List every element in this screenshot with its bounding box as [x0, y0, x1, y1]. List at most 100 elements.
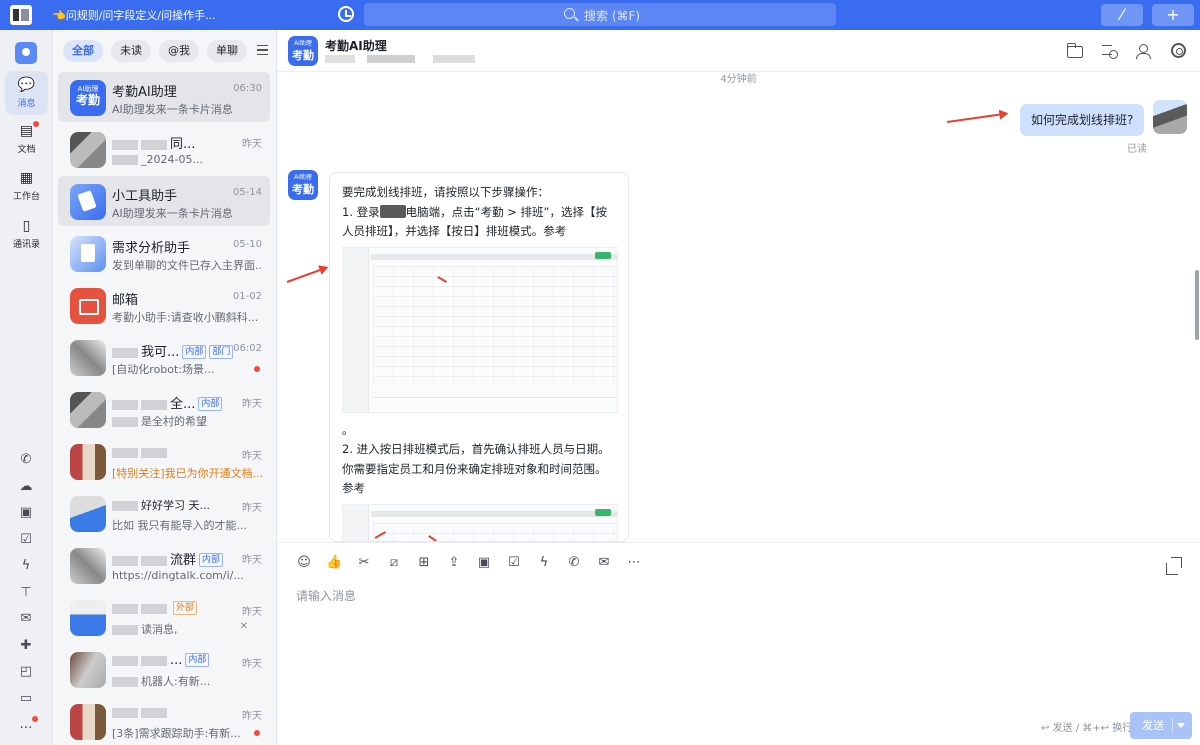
- upload-icon[interactable]: ⇪: [446, 555, 462, 571]
- nav-label: 通讯录: [12, 240, 40, 250]
- conversation-item[interactable]: 好好学习 天... 昨天 比如 我只有能导入的才能...: [58, 488, 270, 538]
- conversation-item[interactable]: 我可... 内部 部门 06:02 [自动化robot:场景...: [58, 332, 270, 382]
- lightning-icon[interactable]: ϟ: [536, 555, 552, 571]
- apps-icon[interactable]: ✚: [16, 636, 36, 656]
- contacts-icon: ▯: [22, 218, 31, 234]
- cloud-icon[interactable]: ☁: [16, 477, 36, 497]
- conversation-item[interactable]: 同... 昨天 _2024-05...: [58, 124, 270, 174]
- conversation-time: 昨天: [242, 555, 262, 566]
- message-composer: ☺ 👍 ✂ ⧄ ⊞ ⇪ ▣ ☑ ϟ ✆ ✉ ⋯ 请输入消息 ↩ 发送 / ⌘+↩…: [277, 542, 1200, 745]
- todo-icon[interactable]: ☑: [506, 555, 522, 571]
- gear-icon[interactable]: [1171, 43, 1186, 58]
- lightning-icon[interactable]: ϟ: [16, 556, 36, 576]
- expand-icon[interactable]: [1166, 557, 1182, 575]
- search-history-icon[interactable]: [1102, 43, 1118, 59]
- plus-button[interactable]: +: [1152, 4, 1194, 26]
- user-message[interactable]: 如何完成划线排班?: [1020, 104, 1145, 136]
- conversation-time: 昨天: [242, 139, 262, 150]
- search-placeholder: 搜索 (⌘F): [584, 9, 641, 23]
- search-input[interactable]: 搜索 (⌘F): [364, 3, 836, 26]
- scrollbar[interactable]: [1195, 270, 1199, 340]
- conversation-time: 昨天: [242, 399, 262, 410]
- reference-screenshot[interactable]: [342, 503, 618, 541]
- bot-avatar[interactable]: AI助理 考勤: [288, 170, 318, 200]
- nav-item-messages[interactable]: 💬 消息: [5, 71, 48, 115]
- read-status: 已读: [1127, 144, 1147, 155]
- top-bar: 👈问规则/问字段定义/问操作手... 搜索 (⌘F) ⁄ +: [0, 0, 1200, 30]
- history-icon[interactable]: [338, 6, 354, 22]
- chat-panel: AI助理 考勤 考勤AI助理 4分钟前 如何完成划线排班? 已读 AI助理 考勤 要…: [277, 30, 1200, 745]
- org-avatar[interactable]: [15, 42, 37, 64]
- mail-icon[interactable]: ✉: [596, 555, 612, 571]
- archive-icon[interactable]: ▭: [16, 689, 36, 709]
- doc-add-icon[interactable]: ⊞: [416, 555, 432, 571]
- filter-mention[interactable]: @我: [159, 40, 199, 62]
- conversation-item[interactable]: 小工具助手 05-14 AI助理发来一条卡片消息: [58, 176, 270, 226]
- folder-icon[interactable]: [1066, 43, 1083, 58]
- conversation-preview: AI助理发来一条卡片消息: [112, 103, 233, 116]
- chat-title: 考勤AI助理: [325, 39, 387, 53]
- slash-command-icon[interactable]: ⧄: [386, 555, 402, 571]
- nav-item-contacts[interactable]: ▯ 通讯录: [5, 212, 48, 256]
- filter-unread[interactable]: 未读: [111, 40, 151, 62]
- conversation-item[interactable]: 全... 内部 昨天 是全村的希望: [58, 384, 270, 434]
- more-icon[interactable]: ⋯: [626, 555, 642, 571]
- chat-header: AI助理 考勤 考勤AI助理: [277, 30, 1200, 72]
- mail-icon: [70, 288, 106, 324]
- reference-screenshot[interactable]: [342, 246, 618, 413]
- conversation-item[interactable]: ... 内部 昨天 机器人:有新...: [58, 644, 270, 694]
- conversation-preview: [自动化robot:场景...: [112, 363, 215, 376]
- conversation-item[interactable]: 邮箱 01-02 考勤小助手:请查收小鹏斜科...: [58, 280, 270, 330]
- bot-avatar[interactable]: AI助理 考勤: [288, 36, 318, 66]
- phone-icon[interactable]: ✆: [566, 555, 582, 571]
- conversation-time: 06:30: [233, 83, 262, 94]
- conversation-name: 小工具助手: [112, 189, 178, 204]
- send-button[interactable]: 发送: [1130, 712, 1192, 739]
- filter-all[interactable]: 全部: [63, 40, 103, 62]
- nav-label: 消息: [17, 99, 36, 109]
- conversation-item[interactable]: 需求分析助手 05-10 发到单聊的文件已存入主界面...: [58, 228, 270, 278]
- send-shortcut-hint: ↩ 发送 / ⌘+↩ 换行: [1041, 723, 1133, 734]
- todo-icon[interactable]: ☑: [16, 530, 36, 550]
- ai-prompt-hint[interactable]: 👈问规则/问字段定义/问操作手...: [52, 7, 216, 23]
- bot-message-card[interactable]: 要完成划线排班，请按照以下步骤操作： 1. 登录 电脑端，点击“考勤 > 排班”，…: [329, 172, 629, 542]
- message-timestamp: 4分钟前: [720, 74, 757, 85]
- group-avatar: [70, 340, 106, 376]
- conversation-name: ...: [170, 653, 183, 668]
- mail-icon[interactable]: ✉: [16, 609, 36, 629]
- nav-item-workbench[interactable]: ▦ 工作台: [5, 164, 48, 208]
- conversation-preview: https://dingtalk.com/i/...: [112, 569, 244, 582]
- emoji-icon[interactable]: ☺: [296, 555, 312, 571]
- filter-single-chat[interactable]: 单聊: [207, 40, 247, 62]
- calendar-icon[interactable]: ▣: [476, 555, 492, 571]
- conversation-item[interactable]: 昨天 [特别关注]我已为你开通文档...: [58, 436, 270, 486]
- conversation-item[interactable]: AI助理 考勤 考勤AI助理 06:30 AI助理发来一条卡片消息: [58, 72, 270, 122]
- message-input[interactable]: 请输入消息: [296, 587, 1176, 707]
- calendar-icon[interactable]: ▣: [16, 503, 36, 523]
- chevron-down-icon[interactable]: [1177, 723, 1185, 728]
- menu-icon[interactable]: [257, 45, 268, 55]
- phone-icon[interactable]: ✆: [16, 450, 36, 470]
- internal-tag: 内部: [185, 653, 210, 667]
- conversation-item[interactable]: 流群 内部 昨天 https://dingtalk.com/i/...: [58, 540, 270, 590]
- conversation-name: 流群: [170, 553, 197, 568]
- conversation-preview: 机器人:有新...: [141, 675, 211, 688]
- app-logo[interactable]: [10, 5, 32, 25]
- note-icon[interactable]: ◰: [16, 662, 36, 682]
- nav-item-documents[interactable]: ▤ 文档: [5, 117, 48, 161]
- department-tag: 部门: [209, 345, 234, 359]
- close-icon[interactable]: ✕: [240, 621, 248, 632]
- conversation-name: 好好学习 天...: [141, 499, 210, 512]
- scissors-icon[interactable]: ✂: [356, 555, 372, 571]
- slash-command-button[interactable]: ⁄: [1101, 4, 1143, 26]
- chat-subtitle: [325, 55, 475, 63]
- add-member-icon[interactable]: [1136, 43, 1152, 59]
- unread-dot: [254, 730, 260, 736]
- conversation-item[interactable]: 外部 昨天 读消息, ✕: [58, 592, 270, 642]
- group-avatar: [70, 600, 106, 636]
- group-avatar: [70, 392, 106, 428]
- conversation-item[interactable]: 昨天 [3条]需求跟踪助手:有新...: [58, 696, 270, 745]
- avatar[interactable]: [1153, 100, 1187, 134]
- thumbs-up-icon[interactable]: 👍: [326, 555, 342, 571]
- pin-icon[interactable]: ⊤: [16, 583, 36, 603]
